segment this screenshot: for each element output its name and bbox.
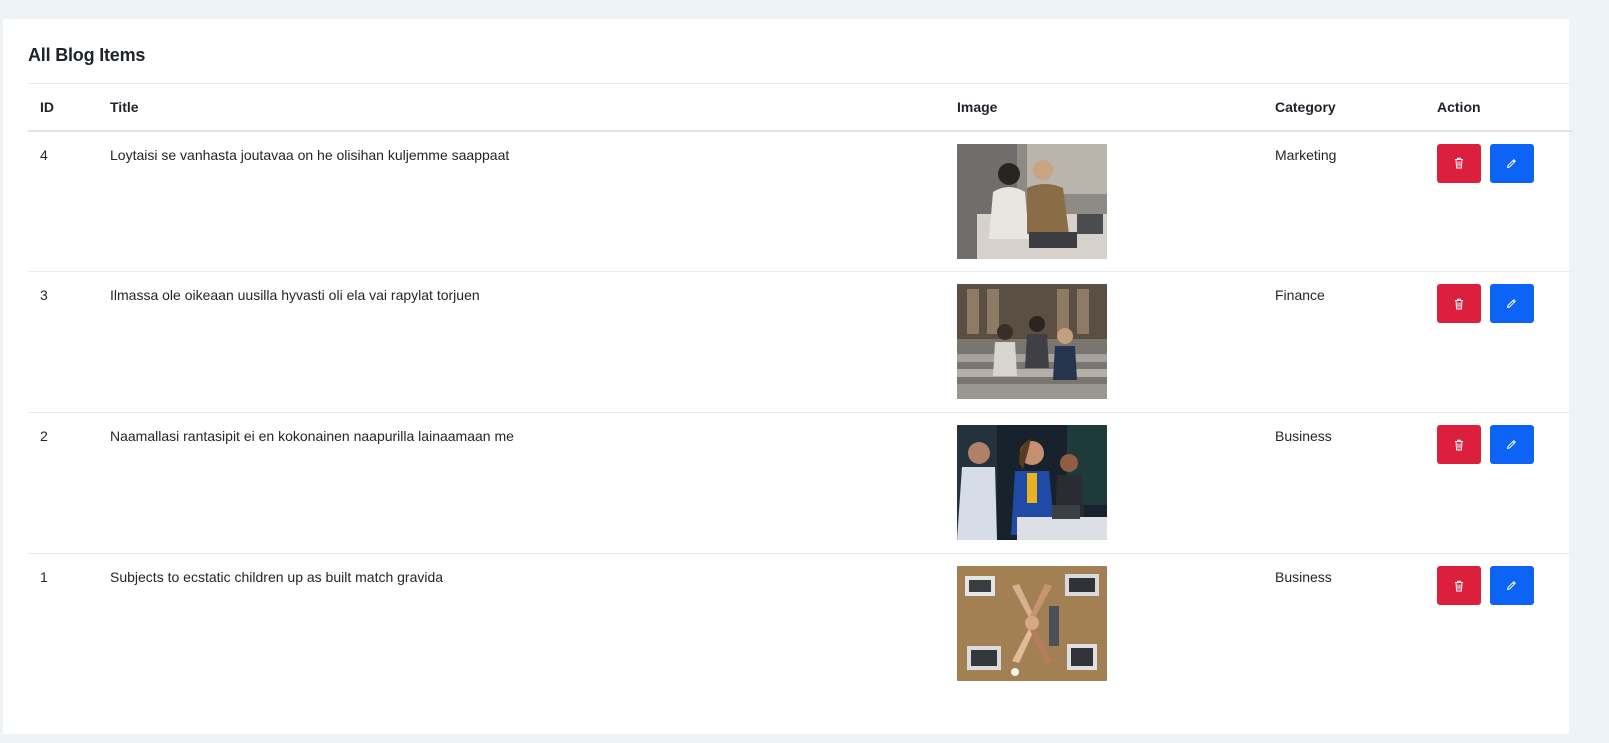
pencil-icon <box>1507 299 1517 308</box>
edit-button[interactable] <box>1489 143 1534 183</box>
header-category: Category <box>1263 83 1425 132</box>
edit-button[interactable] <box>1489 425 1534 464</box>
trash-icon <box>1455 298 1463 309</box>
delete-button[interactable] <box>1437 284 1481 323</box>
pencil-icon <box>1507 581 1517 590</box>
header-id: ID <box>28 83 98 132</box>
blog-thumbnail <box>957 566 1107 681</box>
edit-button[interactable] <box>1489 566 1534 605</box>
blog-items-table: ID Title Image Category Action 4 Loytais… <box>28 83 1572 695</box>
row-title: Subjects to ecstatic children up as buil… <box>98 553 945 695</box>
delete-button[interactable] <box>1437 425 1481 464</box>
row-id: 1 <box>28 553 98 695</box>
table-row: 2 Naamallasi rantasipit ei en kokonainen… <box>28 412 1572 554</box>
row-category: Finance <box>1263 271 1425 413</box>
header-image: Image <box>945 83 1263 132</box>
trash-icon <box>1455 157 1463 169</box>
table-row: 3 Ilmassa ole oikeaan uusilla hyvasti ol… <box>28 271 1572 413</box>
blog-thumbnail <box>957 284 1107 399</box>
row-title: Naamallasi rantasipit ei en kokonainen n… <box>98 412 945 554</box>
blog-thumbnail <box>957 143 1107 259</box>
header-action: Action <box>1425 83 1572 132</box>
row-category: Business <box>1263 412 1425 554</box>
table-header-row: ID Title Image Category Action <box>28 83 1572 132</box>
header-title: Title <box>98 83 945 132</box>
row-category: Marketing <box>1275 146 1337 163</box>
page-title: All Blog Items <box>28 45 146 65</box>
delete-button[interactable] <box>1437 143 1481 183</box>
row-id: 3 <box>28 271 98 413</box>
trash-icon <box>1455 439 1463 450</box>
pencil-icon <box>1507 440 1517 449</box>
blog-thumbnail <box>957 425 1107 540</box>
table-row: 4 Loytaisi se vanhasta joutavaa on he ol… <box>28 131 1572 272</box>
row-id: 4 <box>40 146 48 163</box>
table-row: 1 Subjects to ecstatic children up as bu… <box>28 553 1572 695</box>
edit-button[interactable] <box>1489 284 1534 323</box>
row-id: 2 <box>28 412 98 554</box>
row-title: Loytaisi se vanhasta joutavaa on he olis… <box>110 146 510 163</box>
row-title: Ilmassa ole oikeaan uusilla hyvasti oli … <box>98 271 945 413</box>
trash-icon <box>1455 580 1463 591</box>
pencil-icon <box>1507 158 1517 168</box>
row-category: Business <box>1263 553 1425 695</box>
delete-button[interactable] <box>1437 566 1481 605</box>
blog-items-card: All Blog Items ID Title Image Category A… <box>3 19 1572 734</box>
